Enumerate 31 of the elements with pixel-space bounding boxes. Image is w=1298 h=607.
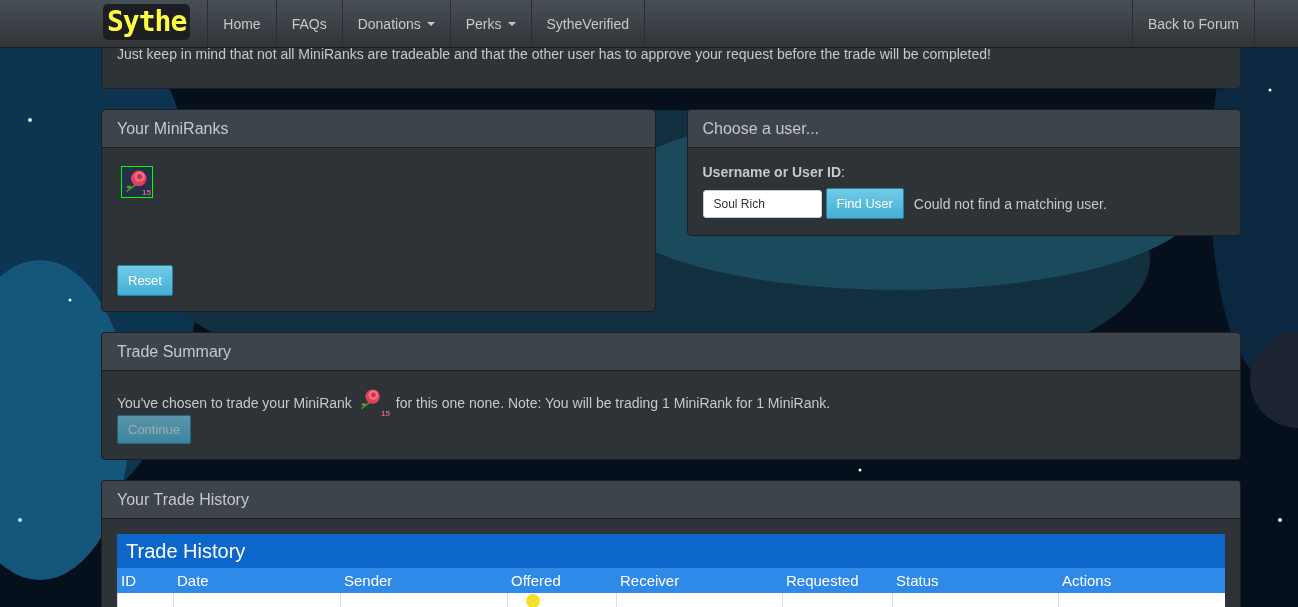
column-header: Status (895, 571, 940, 591)
field-label: Username or User ID: (702, 164, 846, 180)
panel-heading: Trade Summary (102, 333, 1240, 371)
notice-text: Just keep in mind that not all MiniRanks are tradeable and that the other user has to approve your request before the trade will be completed! (117, 47, 992, 64)
column-header: Date (176, 571, 210, 591)
nav-link[interactable]: Donations (341, 0, 450, 47)
rose-icon (124, 168, 150, 194)
summary-text: You've chosen to trade your MiniRank (117, 395, 352, 411)
nav-link[interactable]: Perks (449, 0, 531, 47)
rank-number: 15 (380, 410, 390, 418)
panel-heading: Your Trade History (102, 481, 1240, 519)
nav-link[interactable]: Back to Forum (1131, 0, 1255, 47)
column-header: Sender (343, 571, 394, 591)
minirank-tile[interactable]: 15 (121, 166, 153, 198)
panel-heading: Choose a user... (687, 110, 1240, 148)
nav-link[interactable]: FAQs (275, 0, 342, 47)
error-message: Could not find a matching user. (913, 195, 1107, 212)
rank-number: 15 (142, 189, 151, 197)
panel-heading: Your MiniRanks (102, 110, 655, 148)
rose-icon (358, 387, 383, 411)
column-header: Actions (1061, 571, 1113, 591)
column-header: Offered (510, 571, 562, 591)
username-field[interactable]: Soul Rich (702, 189, 822, 218)
column-header: Requested (785, 571, 860, 591)
nav-link[interactable]: SytheVerified (530, 0, 644, 47)
column-header: Receiver (619, 571, 681, 591)
nav-link[interactable]: Home (207, 0, 276, 47)
logo[interactable]: Sythe (103, 4, 191, 40)
column-header: ID (120, 571, 137, 591)
table-title: Trade History (117, 534, 1225, 568)
summary-text: for this one none. Note: You will be trading 1 MiniRank for 1 MiniRank. (395, 395, 831, 411)
